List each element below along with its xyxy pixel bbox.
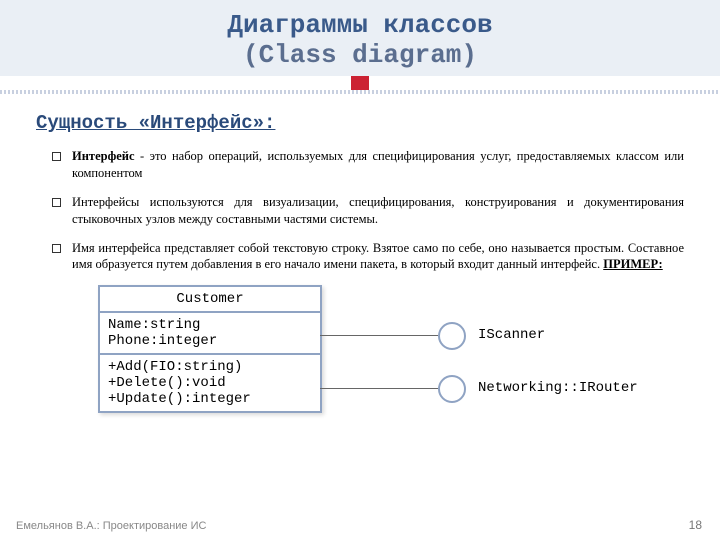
title-ru: Диаграммы классов	[227, 10, 492, 40]
uml-attributes: Name:string Phone:integer	[100, 313, 320, 355]
content-area: Сущность «Интерфейс»: Интерфейс - это на…	[0, 94, 720, 440]
bullet-bold: Интерфейс	[72, 149, 135, 163]
page-number: 18	[689, 518, 702, 532]
bullet-item: Интерфейс - это набор операций, использу…	[52, 148, 684, 182]
uml-class-name: Customer	[100, 287, 320, 313]
bullet-item: Интерфейсы используются для визуализации…	[52, 194, 684, 228]
bullet-item: Имя интерфейса представляет собой тексто…	[52, 240, 684, 274]
slide-title: Диаграммы классов (Class diagram)	[0, 10, 720, 70]
title-en: (Class diagram)	[243, 40, 477, 70]
bullet-text: Имя интерфейса представляет собой тексто…	[72, 241, 684, 272]
interface-label: Networking::IRouter	[478, 380, 638, 396]
bullet-text: Интерфейсы используются для визуализации…	[72, 195, 684, 226]
section-subtitle: Сущность «Интерфейс»:	[36, 112, 684, 134]
connector-line	[320, 335, 438, 336]
bullet-tail: ПРИМЕР:	[603, 257, 662, 271]
footer-text: Емельянов В.А.: Проектирование ИС	[16, 520, 206, 532]
interface-lollipop-icon	[438, 375, 466, 403]
slide-header: Диаграммы классов (Class diagram)	[0, 0, 720, 76]
interface-lollipop-icon	[438, 322, 466, 350]
uml-diagram: Customer Name:string Phone:integer +Add(…	[98, 285, 684, 440]
uml-class-box: Customer Name:string Phone:integer +Add(…	[98, 285, 322, 413]
bullet-list: Интерфейс - это набор операций, использу…	[52, 148, 684, 273]
bullet-text: - это набор операций, используемых для с…	[72, 149, 684, 180]
uml-operations: +Add(FIO:string) +Delete():void +Update(…	[100, 355, 320, 411]
connector-line	[320, 388, 438, 389]
accent-square	[351, 76, 369, 90]
interface-label: IScanner	[478, 327, 545, 343]
